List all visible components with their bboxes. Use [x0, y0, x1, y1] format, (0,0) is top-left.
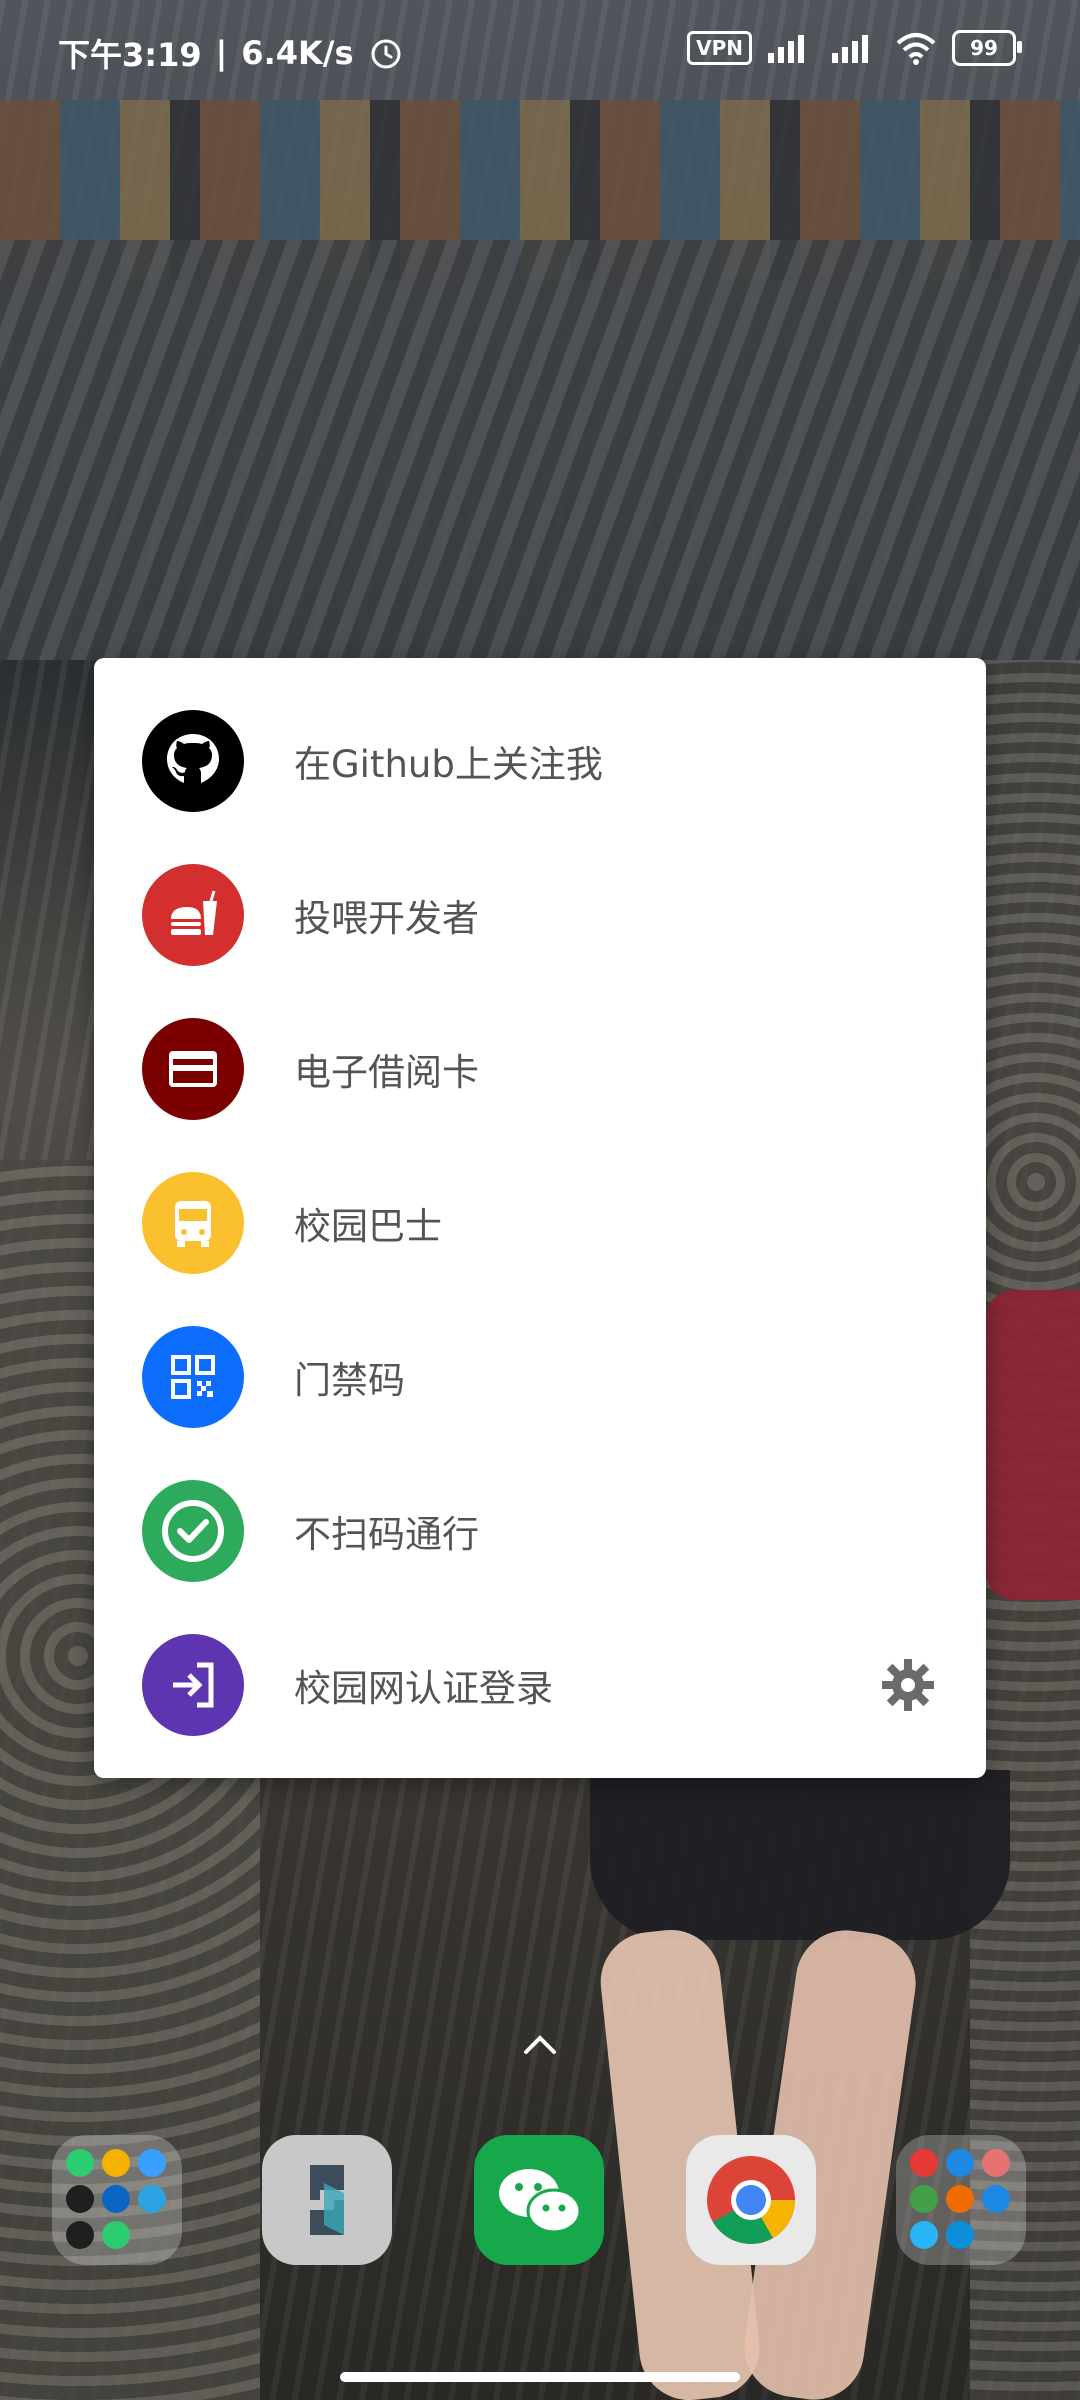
apps-folder[interactable] — [896, 2135, 1026, 2265]
menu-item-label: 门禁码 — [294, 1359, 405, 1402]
app-icon — [910, 2149, 938, 2177]
chrome-glyph — [707, 2156, 795, 2244]
card-icon — [142, 1018, 244, 1120]
wallpaper-roof — [0, 240, 1080, 660]
menu-item-donate[interactable]: 投喂开发者 — [94, 838, 986, 992]
battery-icon: 99 — [952, 30, 1022, 66]
gear-icon[interactable] — [878, 1655, 938, 1715]
s-logo-icon — [310, 2165, 344, 2235]
home-screen: 下午3:19 | 6.4K/s VPN 99 在Github上关注我 投喂开发者… — [0, 0, 1080, 2400]
status-left: 下午3:19 | 6.4K/s — [58, 30, 404, 76]
wifi-icon — [896, 33, 936, 65]
status-time: 下午3:19 — [58, 36, 202, 74]
menu-item-label: 校园网认证登录 — [294, 1667, 553, 1710]
fastfood-icon — [142, 864, 244, 966]
phone-icon — [66, 2149, 94, 2177]
wechat-icon[interactable] — [474, 2135, 604, 2265]
menu-item-library-card[interactable]: 电子借阅卡 — [94, 992, 986, 1146]
wallpaper-skirt — [590, 1770, 1010, 1940]
qq-icon — [66, 2185, 94, 2213]
communication-folder[interactable] — [52, 2135, 182, 2265]
signal-hd-icon — [832, 35, 868, 63]
menu-item-label: 电子借阅卡 — [294, 1051, 479, 1094]
menu-item-access-code[interactable]: 门禁码 — [94, 1300, 986, 1454]
app-icon — [946, 2149, 974, 2177]
menu-item-no-scan-pass[interactable]: 不扫码通行 — [94, 1454, 986, 1608]
wallpaper-bag — [985, 1290, 1080, 1600]
message-icon — [102, 2149, 130, 2177]
call-icon — [102, 2221, 130, 2249]
qrcode-icon — [142, 1326, 244, 1428]
app-icon — [982, 2149, 1010, 2177]
check-circle-icon — [142, 1480, 244, 1582]
contact-icon — [138, 2149, 166, 2177]
vpn-icon: VPN — [687, 31, 752, 65]
app-icon — [982, 2185, 1010, 2213]
status-bar: 下午3:19 | 6.4K/s VPN 99 — [0, 0, 1080, 104]
home-indicator[interactable] — [340, 2372, 740, 2382]
menu-item-campus-bus[interactable]: 校园巴士 — [94, 1146, 986, 1300]
bus-icon — [142, 1172, 244, 1274]
menu-item-label: 投喂开发者 — [294, 897, 479, 940]
status-separator: | — [215, 34, 228, 72]
signal-hd-icon — [768, 35, 804, 63]
login-icon — [142, 1634, 244, 1736]
app-icon — [946, 2185, 974, 2213]
battery-level: 99 — [970, 36, 998, 60]
menu-item-label: 在Github上关注我 — [294, 743, 603, 786]
app-icon — [946, 2221, 974, 2249]
menu-item-label: 不扫码通行 — [294, 1513, 479, 1556]
qq-icon — [66, 2221, 94, 2249]
outlook-icon — [102, 2185, 130, 2213]
shortcut-menu: 在Github上关注我 投喂开发者 电子借阅卡 校园巴士 门禁码 不扫码通行 校… — [94, 658, 986, 1778]
app-icon[interactable] — [262, 2135, 392, 2265]
alarm-icon — [371, 39, 401, 69]
github-icon — [142, 710, 244, 812]
chrome-icon[interactable] — [686, 2135, 816, 2265]
menu-item-github[interactable]: 在Github上关注我 — [94, 684, 986, 838]
app-icon — [910, 2185, 938, 2213]
app-icon — [910, 2221, 938, 2249]
menu-item-label: 校园巴士 — [294, 1205, 442, 1248]
swipe-up-icon[interactable] — [522, 2032, 558, 2056]
wechat-glyph — [499, 2169, 582, 2234]
status-net-speed: 6.4K/s — [241, 34, 354, 72]
status-right: VPN 99 — [687, 30, 1022, 66]
telegram-icon — [138, 2185, 166, 2213]
menu-item-campus-network-login[interactable]: 校园网认证登录 — [94, 1608, 986, 1762]
